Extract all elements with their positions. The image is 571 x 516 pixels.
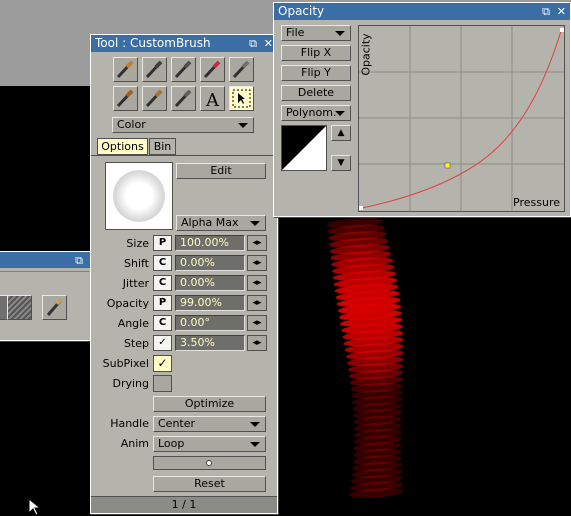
page-indicator-bar: 1 / 1 bbox=[91, 496, 277, 513]
stepper-arrows-icon[interactable]: ◂▸ bbox=[247, 235, 267, 251]
stepper-arrows-icon[interactable]: ◂▸ bbox=[247, 255, 267, 271]
drying-checkbox[interactable] bbox=[153, 375, 172, 392]
edit-button[interactable]: Edit bbox=[176, 163, 266, 179]
tab-bin[interactable]: Bin bbox=[149, 138, 176, 155]
param-label: Opacity bbox=[106, 297, 149, 310]
param-mode-toggle[interactable]: C bbox=[153, 275, 172, 291]
text-icon[interactable]: A bbox=[200, 86, 225, 111]
flip-y-button[interactable]: Flip Y bbox=[281, 65, 351, 81]
page-indicator: 1 / 1 bbox=[171, 498, 197, 511]
tool-window-titlebar[interactable]: Tool : CustomBrush ⧉ ✕ bbox=[91, 35, 277, 52]
curve-mode-dropdown[interactable]: Polynom. bbox=[281, 105, 351, 121]
param-label: Size bbox=[126, 237, 149, 250]
param-mode-toggle[interactable]: P bbox=[153, 235, 172, 251]
param-value-field[interactable]: 0.00% bbox=[175, 275, 245, 291]
curve-thumbnail[interactable] bbox=[281, 125, 327, 171]
menu-icon[interactable]: ⧉ bbox=[75, 252, 83, 269]
handle-dropdown[interactable]: Center bbox=[153, 416, 266, 432]
stepper-arrows-icon[interactable]: ◂▸ bbox=[247, 275, 267, 291]
file-dropdown[interactable]: File bbox=[281, 25, 351, 41]
optimize-button[interactable]: Optimize bbox=[153, 396, 266, 412]
anim-slider[interactable] bbox=[153, 456, 266, 470]
pencil-icon[interactable] bbox=[42, 295, 67, 320]
stepper-arrows-icon[interactable]: ◂▸ bbox=[247, 315, 267, 331]
param-mode-toggle[interactable]: C bbox=[153, 255, 172, 271]
tab-options[interactable]: Options bbox=[97, 138, 148, 155]
x-axis-label: Pressure bbox=[513, 196, 560, 209]
param-value-field[interactable]: 0.00% bbox=[175, 255, 245, 271]
mouse-cursor-icon bbox=[28, 498, 42, 516]
param-value-field[interactable]: 0.00° bbox=[175, 315, 245, 331]
param-label: Step bbox=[123, 337, 149, 350]
param-value-field[interactable]: 99.00% bbox=[175, 295, 245, 311]
source-dropdown[interactable]: Alpha Max bbox=[176, 215, 266, 231]
slider-handle[interactable] bbox=[206, 460, 212, 466]
arrow-up-icon[interactable]: ▲ bbox=[331, 125, 351, 141]
opacity-curve-window: Opacity ⧉ ✕ File Flip X Flip Y Delete Po… bbox=[273, 2, 571, 217]
param-label: Jitter bbox=[122, 277, 149, 290]
brush-preview[interactable] bbox=[105, 162, 173, 230]
marker-icon[interactable] bbox=[229, 57, 254, 82]
flip-x-button[interactable]: Flip X bbox=[281, 45, 351, 61]
eraser-icon[interactable] bbox=[200, 57, 225, 82]
param-mode-toggle[interactable]: P bbox=[153, 295, 172, 311]
texture-swatch-icon[interactable] bbox=[7, 295, 32, 320]
drying-label: Drying bbox=[112, 377, 149, 390]
menu-icon[interactable]: ⧉ bbox=[249, 35, 257, 52]
canvas-brush-stroke bbox=[327, 218, 404, 498]
delete-button[interactable]: Delete bbox=[281, 85, 351, 101]
smudge-icon[interactable] bbox=[142, 86, 167, 111]
brush-icon[interactable] bbox=[113, 57, 138, 82]
color-dropdown[interactable]: Color bbox=[112, 117, 254, 133]
tool-window: Tool : CustomBrush ⧉ ✕ A Color Options B… bbox=[90, 34, 278, 514]
stepper-arrows-icon[interactable]: ◂▸ bbox=[247, 335, 267, 351]
handle-label: Handle bbox=[110, 417, 149, 430]
param-value-field[interactable]: 3.50% bbox=[175, 335, 245, 351]
selection-icon[interactable] bbox=[229, 86, 254, 111]
param-label: Shift bbox=[123, 257, 149, 270]
param-label: Angle bbox=[117, 317, 149, 330]
subpixel-label: SubPixel bbox=[102, 357, 149, 370]
opacity-window-title: Opacity bbox=[278, 4, 325, 18]
y-axis-label: Opacity bbox=[359, 33, 373, 76]
curve-graph[interactable]: Opacity Pressure bbox=[358, 25, 565, 212]
airbrush-icon[interactable] bbox=[171, 57, 196, 82]
arrow-down-icon[interactable]: ▼ bbox=[331, 155, 351, 171]
param-mode-toggle[interactable]: ✓ bbox=[153, 335, 172, 351]
anim-label: Anim bbox=[120, 437, 149, 450]
pen-icon[interactable] bbox=[142, 57, 167, 82]
svg-text:A: A bbox=[205, 90, 220, 110]
menu-icon[interactable]: ⧉ bbox=[542, 3, 550, 20]
close-icon[interactable]: ✕ bbox=[264, 35, 273, 52]
close-icon[interactable]: ✕ bbox=[557, 3, 566, 20]
opacity-window-titlebar[interactable]: Opacity ⧉ ✕ bbox=[274, 3, 570, 20]
stepper-arrows-icon[interactable]: ◂▸ bbox=[247, 295, 267, 311]
subpixel-checkbox[interactable]: ✓ bbox=[153, 355, 172, 372]
blend-icon[interactable] bbox=[171, 86, 196, 111]
param-mode-toggle[interactable]: C bbox=[153, 315, 172, 331]
tool-window-title: Tool : CustomBrush bbox=[95, 36, 211, 50]
anim-dropdown[interactable]: Loop bbox=[153, 436, 266, 452]
reset-button[interactable]: Reset bbox=[153, 476, 266, 492]
param-value-field[interactable]: 100.00% bbox=[175, 235, 245, 251]
paintbrush-icon[interactable] bbox=[113, 86, 138, 111]
